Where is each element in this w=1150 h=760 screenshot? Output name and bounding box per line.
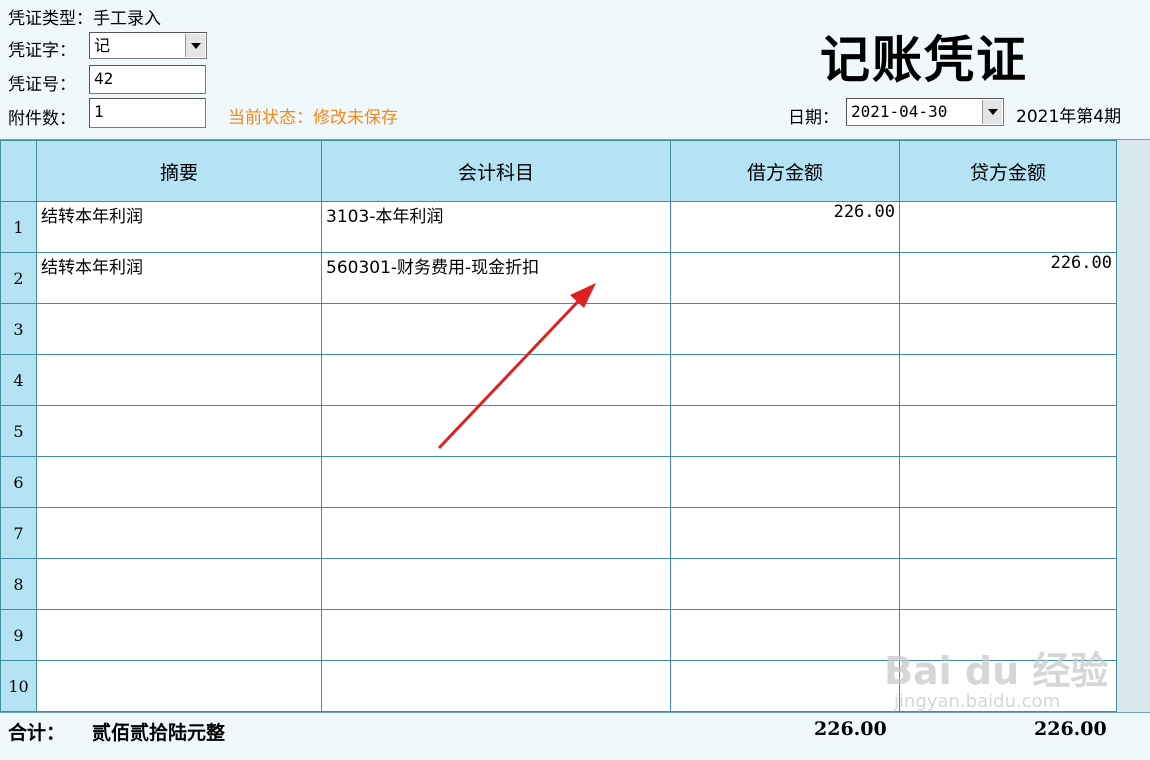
voucher-word-value: 记	[94, 36, 111, 55]
column-header-debit[interactable]: 借方金额	[670, 140, 900, 202]
date-label: 日期：	[788, 108, 839, 128]
table-row: 8	[0, 558, 1117, 610]
total-credit: 226.00	[1034, 718, 1107, 740]
page-title: 记账凭证	[820, 30, 1028, 89]
voucher-type-label: 凭证类型：手工录入	[8, 4, 161, 29]
totals-bar: 合计： 贰佰贰拾陆元整 226.00 226.00	[0, 712, 1150, 760]
column-header-account[interactable]: 会计科目	[321, 140, 671, 202]
table-row: 1 结转本年利润 3103-本年利润 226.00	[0, 201, 1117, 253]
summary-cell[interactable]	[36, 558, 322, 610]
debit-cell[interactable]	[670, 456, 900, 508]
voucher-table: 摘要 会计科目 借方金额 贷方金额 1 结转本年利润 3103-本年利润 226…	[0, 140, 1117, 712]
credit-cell[interactable]	[899, 558, 1117, 610]
summary-cell[interactable]	[36, 405, 322, 457]
attachments-label: 附件数：	[8, 109, 76, 129]
summary-cell[interactable]	[36, 609, 322, 661]
account-cell[interactable]	[321, 660, 671, 712]
table-row: 2 结转本年利润 560301-财务费用-现金折扣 226.00	[0, 252, 1117, 304]
row-number[interactable]: 4	[0, 354, 37, 406]
row-number[interactable]: 9	[0, 609, 37, 661]
account-cell[interactable]	[321, 609, 671, 661]
voucher-no-input[interactable]: 42	[89, 65, 206, 94]
summary-cell[interactable]	[36, 354, 322, 406]
row-number[interactable]: 8	[0, 558, 37, 610]
column-header-summary[interactable]: 摘要	[36, 140, 322, 202]
account-cell[interactable]	[321, 354, 671, 406]
total-label: 合计：	[8, 722, 66, 744]
credit-cell[interactable]: 226.00	[899, 252, 1117, 304]
total-in-words: 贰佰贰拾陆元整	[92, 722, 226, 744]
debit-cell[interactable]: 226.00	[670, 201, 900, 253]
table-row: 6	[0, 456, 1117, 508]
attachments-input[interactable]: 1	[89, 98, 206, 128]
row-number[interactable]: 10	[0, 660, 37, 712]
corner-cell	[0, 140, 37, 202]
date-dropdown-button[interactable]	[982, 100, 1002, 124]
total-debit: 226.00	[814, 718, 887, 740]
table-row: 7	[0, 507, 1117, 559]
summary-cell[interactable]	[36, 507, 322, 559]
voucher-word-select[interactable]: 记	[89, 32, 207, 59]
watermark-brand: Bai du 经验	[884, 649, 1109, 693]
debit-cell[interactable]	[670, 405, 900, 457]
summary-cell[interactable]: 结转本年利润	[36, 201, 322, 253]
credit-cell[interactable]	[899, 354, 1117, 406]
period-text: 2021年第4期	[1016, 107, 1122, 127]
summary-cell[interactable]	[36, 456, 322, 508]
voucher-no-label: 凭证号：	[8, 75, 76, 95]
account-cell[interactable]	[321, 456, 671, 508]
table-header-row: 摘要 会计科目 借方金额 贷方金额	[0, 140, 1117, 202]
chevron-down-icon	[190, 42, 201, 49]
chevron-down-icon	[987, 109, 998, 115]
credit-cell[interactable]	[899, 405, 1117, 457]
debit-cell[interactable]	[670, 558, 900, 610]
debit-cell[interactable]	[670, 507, 900, 559]
voucher-word-label: 凭证字：	[8, 41, 76, 61]
table-row: 4	[0, 354, 1117, 406]
voucher-type-value: 手工录入	[93, 9, 161, 29]
date-value: 2021-04-30	[851, 102, 948, 121]
debit-cell[interactable]	[670, 354, 900, 406]
column-header-credit[interactable]: 贷方金额	[899, 140, 1117, 202]
credit-cell[interactable]	[899, 507, 1117, 559]
debit-cell[interactable]	[670, 609, 900, 661]
table-row: 5	[0, 405, 1117, 457]
voucher-grid: 摘要 会计科目 借方金额 贷方金额 1 结转本年利润 3103-本年利润 226…	[0, 139, 1150, 713]
row-number[interactable]: 1	[0, 201, 37, 253]
summary-cell[interactable]	[36, 303, 322, 355]
debit-cell[interactable]	[670, 303, 900, 355]
voucher-type-label-text: 凭证类型：	[8, 9, 93, 29]
voucher-word-dropdown-button[interactable]	[185, 34, 205, 57]
account-cell[interactable]	[321, 507, 671, 559]
account-cell[interactable]: 3103-本年利润	[321, 201, 671, 253]
summary-cell[interactable]	[36, 660, 322, 712]
row-number[interactable]: 6	[0, 456, 37, 508]
table-row: 3	[0, 303, 1117, 355]
row-number[interactable]: 3	[0, 303, 37, 355]
row-number[interactable]: 7	[0, 507, 37, 559]
credit-cell[interactable]	[899, 456, 1117, 508]
account-cell[interactable]	[321, 405, 671, 457]
credit-cell[interactable]	[899, 303, 1117, 355]
credit-cell[interactable]	[899, 201, 1117, 253]
account-cell[interactable]: 560301-财务费用-现金折扣	[321, 252, 671, 304]
status-text: 当前状态：修改未保存	[228, 108, 398, 128]
row-number[interactable]: 5	[0, 405, 37, 457]
debit-cell[interactable]	[670, 660, 900, 712]
watermark: Bai du 经验 jingyan.baidu.com	[884, 640, 1108, 712]
row-number[interactable]: 2	[0, 252, 37, 304]
date-select[interactable]: 2021-04-30	[846, 98, 1004, 126]
account-cell[interactable]	[321, 558, 671, 610]
debit-cell[interactable]	[670, 252, 900, 304]
account-cell[interactable]	[321, 303, 671, 355]
summary-cell[interactable]: 结转本年利润	[36, 252, 322, 304]
